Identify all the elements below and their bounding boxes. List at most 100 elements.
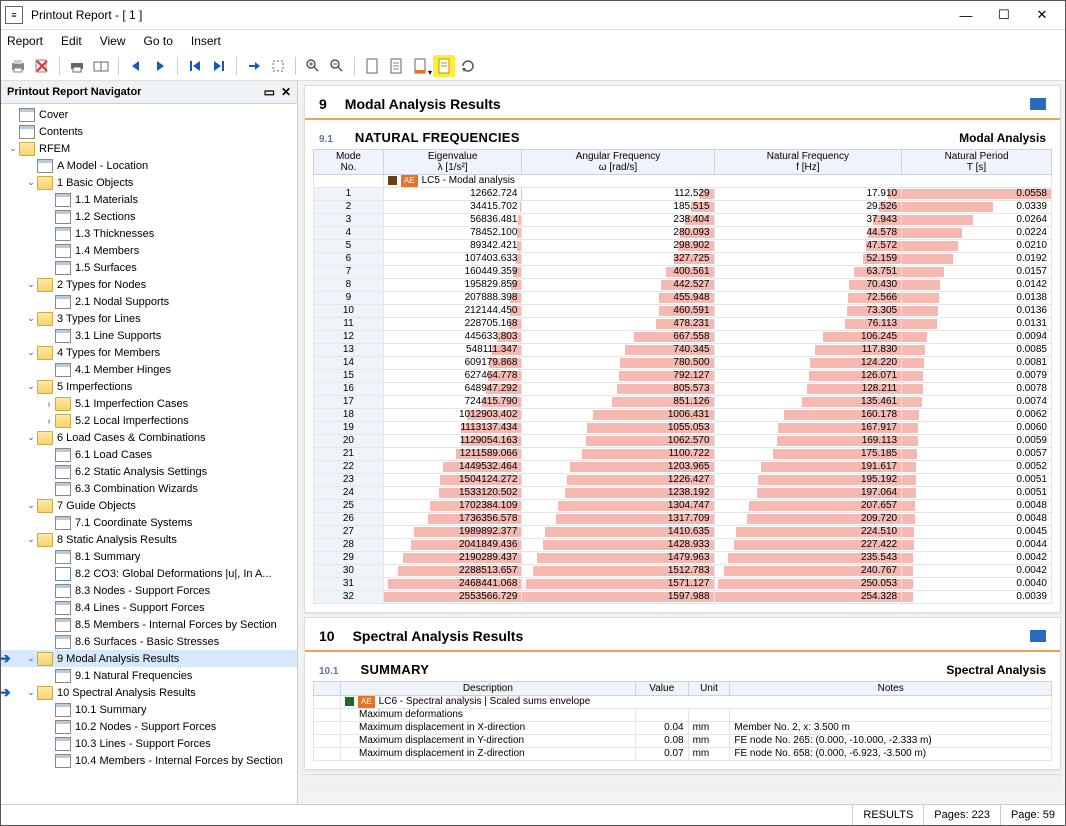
mode-no: 16 [314,383,384,396]
folder-icon [37,686,53,700]
tree-item[interactable]: 8.5 Members - Internal Forces by Section [1,616,297,633]
tree-item[interactable]: 9.1 Natural Frequencies [1,667,297,684]
tree-item[interactable]: 1.4 Members [1,242,297,259]
expand-icon[interactable]: ⌄ [25,381,37,392]
tree-item[interactable]: ➔⌄10 Spectral Analysis Results [1,684,297,701]
page-color-icon[interactable]: ▾ [409,55,431,77]
table-row: 191113137.4341055.053167.9170.0060 [314,422,1052,435]
panel-dock-icon[interactable]: ▭ [264,85,275,99]
tree-item[interactable]: Cover [1,106,297,123]
tree-item[interactable]: 8.3 Nodes - Support Forces [1,582,297,599]
tree-item[interactable]: 6.3 Combination Wizards [1,480,297,497]
page-list-icon[interactable] [385,55,407,77]
nav-first-icon[interactable] [184,55,206,77]
tree-item[interactable]: ⌄6 Load Cases & Combinations [1,429,297,446]
expand-icon[interactable]: ⌄ [25,279,37,290]
tree-item[interactable]: 1.2 Sections [1,208,297,225]
expand-icon[interactable]: › [43,399,55,409]
mode-no: 4 [314,227,384,240]
delete-print-icon[interactable] [31,55,53,77]
bookmark-icon[interactable] [1030,98,1046,110]
tree-item[interactable]: 4.1 Member Hinges [1,361,297,378]
goto-right-icon[interactable] [243,55,265,77]
menu-edit[interactable]: Edit [61,34,82,48]
zoom-in-icon[interactable] [302,55,324,77]
tree-item[interactable]: ⌄5 Imperfections [1,378,297,395]
titlebar: ≡ Printout Report - [ 1 ] — ☐ ✕ [1,1,1065,30]
table-icon [55,227,71,241]
menu-report[interactable]: Report [7,34,43,48]
tree-item[interactable]: 10.4 Members - Internal Forces by Sectio… [1,752,297,769]
tree-item[interactable]: ➔⌄9 Modal Analysis Results [1,650,297,667]
tree-item[interactable]: ⌄4 Types for Members [1,344,297,361]
tree-item[interactable]: 2.1 Nodal Supports [1,293,297,310]
tree-item[interactable]: 10.2 Nodes - Support Forces [1,718,297,735]
tree-item[interactable]: 10.3 Lines - Support Forces [1,735,297,752]
table-row: 181012903.4021006.431160.1780.0062 [314,409,1052,422]
expand-icon[interactable]: ⌄ [25,347,37,358]
folder-icon [37,346,53,360]
expand-icon[interactable]: ⌄ [25,177,37,188]
bookmark-icon[interactable] [1030,630,1046,642]
menu-view[interactable]: View [100,34,126,48]
tree-item-label: 10.1 Summary [75,704,147,716]
tree-item-label: Contents [39,126,83,138]
tree-item[interactable]: ⌄3 Types for Lines [1,310,297,327]
page-highlight-icon[interactable] [433,55,455,77]
tree-item[interactable]: Contents [1,123,297,140]
tree-item[interactable]: 8.4 Lines - Support Forces [1,599,297,616]
tree-item[interactable]: 3.1 Line Supports [1,327,297,344]
expand-icon[interactable]: › [43,416,55,426]
close-button[interactable]: ✕ [1023,2,1061,28]
tree-item[interactable]: ⌄7 Guide Objects [1,497,297,514]
tree-item[interactable]: ›5.1 Imperfection Cases [1,395,297,412]
tree-item[interactable]: 10.1 Summary [1,701,297,718]
tree-item[interactable]: ⌄2 Types for Nodes [1,276,297,293]
mode-no: 29 [314,552,384,565]
horizontal-scrollbar[interactable] [302,774,1061,791]
tree-item-label: 7.1 Coordinate Systems [75,517,192,529]
zoom-out-icon[interactable] [326,55,348,77]
tree-item[interactable]: ⌄8 Static Analysis Results [1,531,297,548]
print-icon[interactable] [7,55,29,77]
tree-item[interactable]: 8.6 Surfaces - Basic Stresses [1,633,297,650]
minimize-button[interactable]: — [947,2,985,28]
maximize-button[interactable]: ☐ [985,2,1023,28]
tree-item[interactable]: 1.3 Thicknesses [1,225,297,242]
expand-icon[interactable]: ⌄ [7,143,19,154]
expand-icon[interactable]: ⌄ [25,687,37,698]
nav-last-icon[interactable] [208,55,230,77]
table-icon [55,465,71,479]
expand-icon[interactable]: ⌄ [25,313,37,324]
page-icon[interactable] [361,55,383,77]
nav-prev-icon[interactable] [125,55,147,77]
tree-item[interactable]: 1.5 Surfaces [1,259,297,276]
tree-item[interactable]: 6.2 Static Analysis Settings [1,463,297,480]
tree-item[interactable]: ›5.2 Local Imperfections [1,412,297,429]
select-icon[interactable] [267,55,289,77]
tree-item[interactable]: 7.1 Coordinate Systems [1,514,297,531]
group-row: AELC6 - Spectral analysis | Scaled sums … [341,696,1052,709]
mode-no: 5 [314,240,384,253]
expand-icon[interactable]: ⌄ [25,534,37,545]
tree-item[interactable]: 8.2 CO3: Global Deformations |u|, In A..… [1,565,297,582]
refresh-icon[interactable] [457,55,479,77]
nav-next-icon[interactable] [149,55,171,77]
printer-icon[interactable] [66,55,88,77]
menu-goto[interactable]: Go to [144,34,173,48]
tree-item[interactable]: 1.1 Materials [1,191,297,208]
tree-item[interactable]: A Model - Location [1,157,297,174]
expand-icon[interactable]: ⌄ [25,653,37,664]
tree-item[interactable]: ⌄RFEM [1,140,297,157]
navigator-tree[interactable]: Cover Contents ⌄RFEMA Model - Location⌄1 B… [1,104,297,804]
print-preview-icon[interactable] [90,55,112,77]
expand-icon[interactable]: ⌄ [25,500,37,511]
tree-item[interactable]: 8.1 Summary [1,548,297,565]
panel-close-icon[interactable]: ✕ [281,85,291,99]
tree-item[interactable]: 6.1 Load Cases [1,446,297,463]
expand-icon[interactable]: ⌄ [25,432,37,443]
report-viewport[interactable]: 9 Modal Analysis Results 9.1 NATURAL FRE… [298,81,1065,804]
group-row: AELC5 - Modal analysis [383,175,1051,188]
tree-item[interactable]: ⌄1 Basic Objects [1,174,297,191]
menu-insert[interactable]: Insert [191,34,221,48]
